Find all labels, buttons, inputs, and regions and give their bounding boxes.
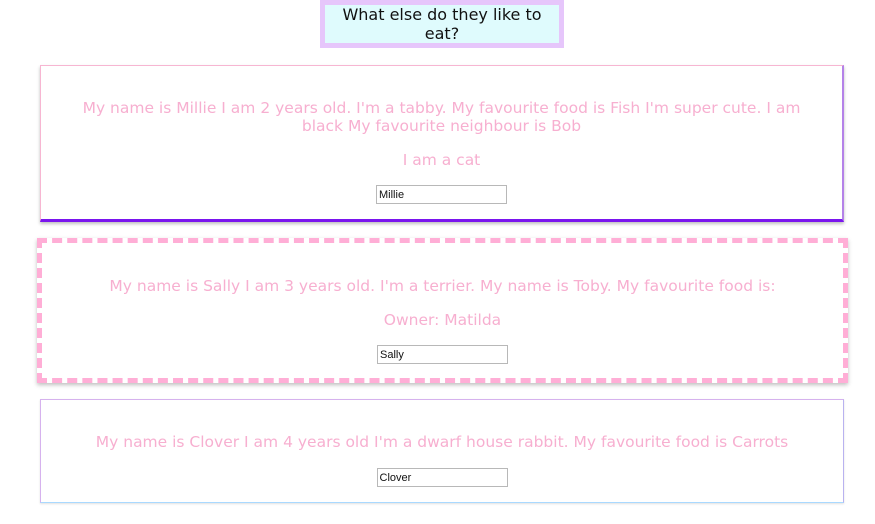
pet-name-input[interactable]: [376, 185, 507, 204]
pet-card-sally: My name is Sally I am 3 years old. I'm a…: [37, 238, 848, 383]
pet-name-input[interactable]: [377, 345, 508, 364]
pet-description: My name is Clover I am 4 years old I'm a…: [95, 433, 789, 451]
pet-name-input[interactable]: [376, 468, 508, 487]
pet-description: My name is Millie I am 2 years old. I'm …: [82, 99, 801, 135]
pet-card-clover: My name is Clover I am 4 years old I'm a…: [40, 399, 844, 503]
pet-description: My name is Sally I am 3 years old. I'm a…: [109, 277, 776, 295]
pet-owner-text: Owner: Matilda: [383, 311, 502, 329]
pet-card-millie: My name is Millie I am 2 years old. I'm …: [40, 65, 844, 222]
pet-species-text: I am a cat: [402, 151, 481, 169]
what-else-to-eat-button[interactable]: What else do they like to eat?: [320, 0, 564, 48]
